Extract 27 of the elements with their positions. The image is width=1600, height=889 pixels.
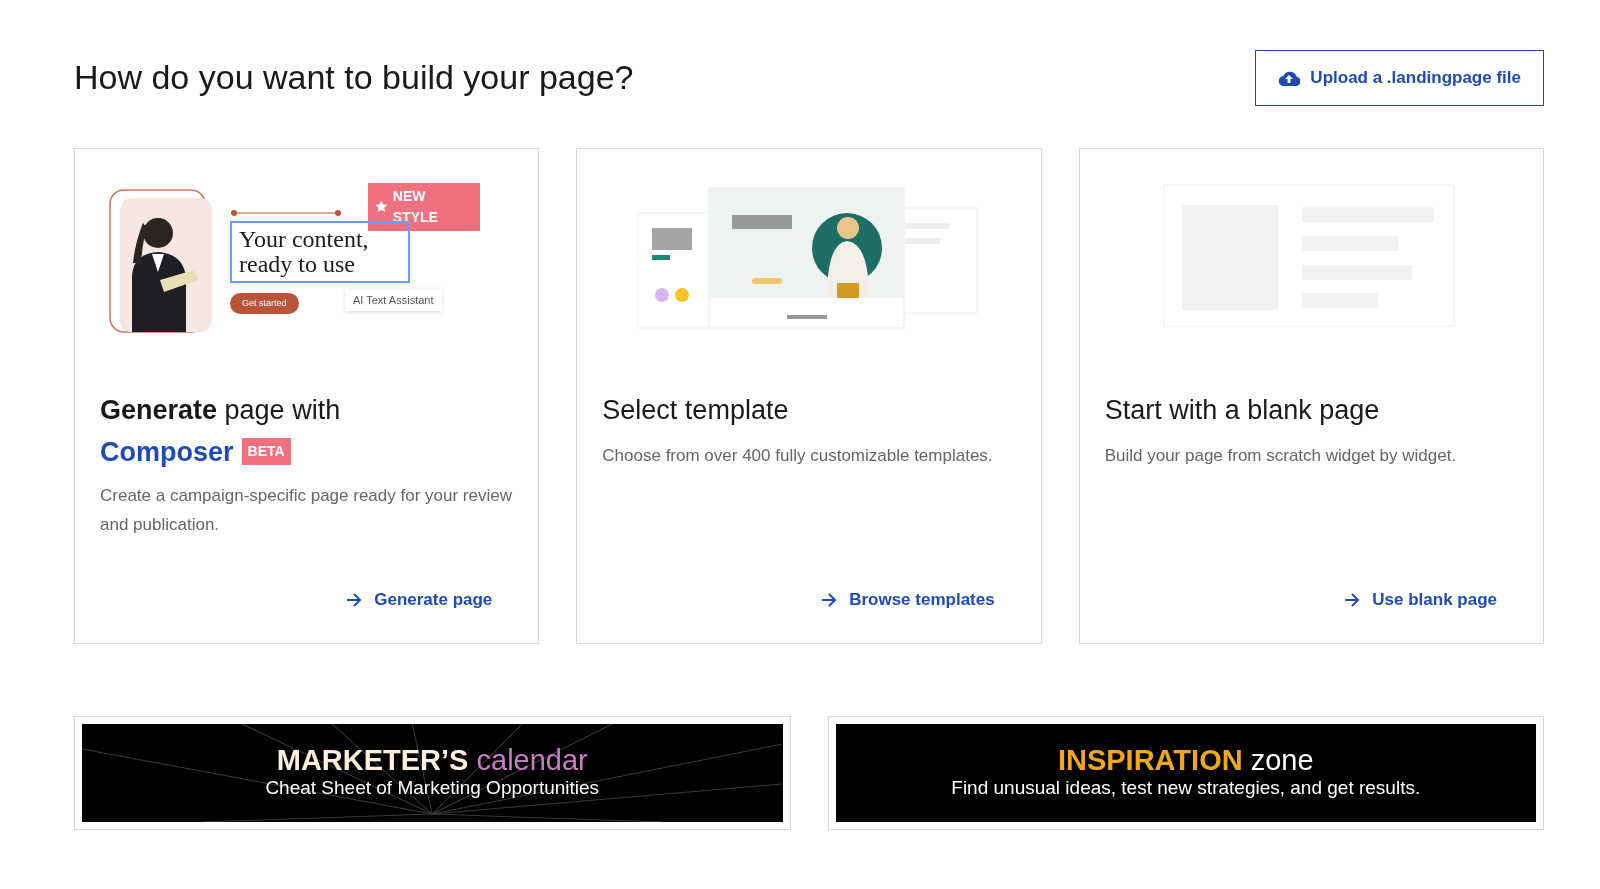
banner-title: MARKETER’S calendar — [276, 745, 588, 778]
card-description: Choose from over 400 fully customizable templates. — [602, 444, 994, 467]
arrow-right-icon — [821, 592, 838, 607]
upload-button[interactable]: Upload a .landingpage file — [1255, 50, 1544, 106]
headline-text: Your content, ready to use — [230, 220, 410, 283]
banner-title: INSPIRATION zone — [1057, 745, 1314, 778]
star-icon — [375, 200, 388, 213]
card-description: Build your page from scratch widget by widget. — [1104, 444, 1458, 467]
arrow-right-icon — [346, 592, 363, 607]
card-link[interactable]: Use blank page — [1344, 587, 1497, 613]
card-title: Start with a blank page — [1104, 393, 1381, 427]
card-title: Select template — [602, 393, 790, 427]
card-link[interactable]: Browse templates — [821, 587, 995, 613]
banner-subtitle: Cheat Sheet of Marketing Opportunities — [265, 777, 600, 800]
cloud-upload-icon — [1278, 69, 1301, 86]
card-description: Create a campaign-specific page ready for your review and publication. — [100, 485, 513, 537]
product-name: Composer — [100, 435, 234, 469]
page-title: How do you want to build your page? — [74, 57, 634, 99]
promo-banner[interactable]: INSPIRATION zone Find unusual ideas, test new strategies, and get results. — [827, 715, 1544, 830]
new-style-badge: NEW STYLE — [368, 182, 480, 231]
beta-tag: BETA — [241, 438, 291, 466]
arrow-right-icon — [1344, 592, 1361, 607]
ai-assistant-label: AI Text Assistant — [345, 288, 442, 311]
card-title: Generate page with — [100, 393, 342, 427]
card-link[interactable]: Generate page — [346, 587, 493, 613]
banner-subtitle: Find unusual ideas, test new strategies, and get results. — [951, 777, 1421, 800]
promo-banner[interactable]: MARKETER’S calendar Cheat Sheet of Marketing Opportunities — [74, 715, 791, 830]
